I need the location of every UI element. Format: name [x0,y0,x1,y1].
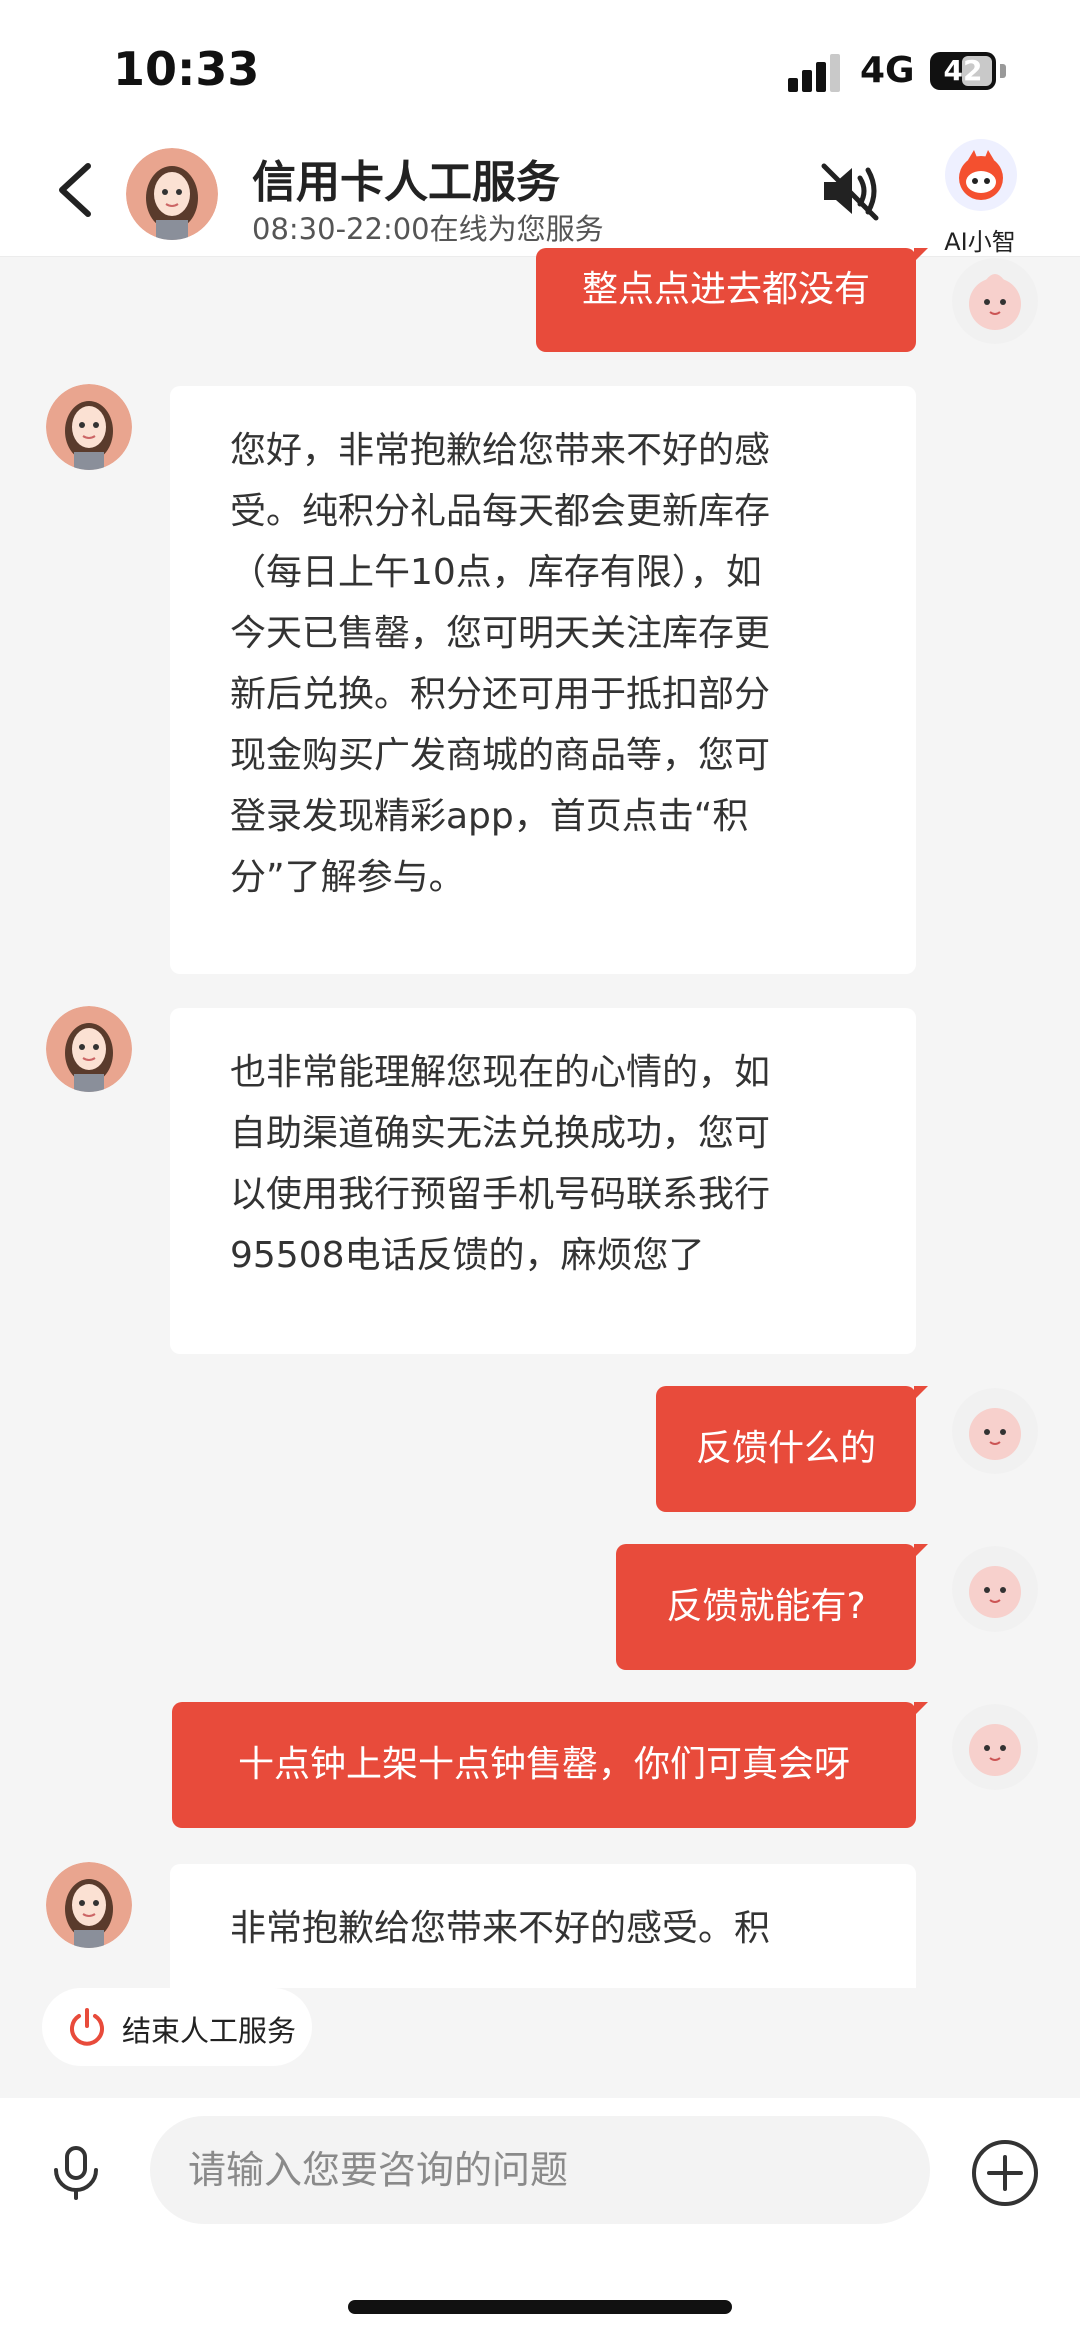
message-text: 反馈什么的 [695,1428,876,1469]
message-line: 分”了解参与。 [230,857,465,898]
message-line: 登录发现精彩app，首页点击“积 [230,796,749,837]
message-line: 自助渠道确实无法兑换成功，您可 [230,1113,771,1154]
ai-robot-icon [944,138,1018,216]
battery-icon: 42 [930,52,996,90]
end-service-button[interactable]: 结束人工服务 [42,1988,312,2066]
message-line: 今天已售罄，您可明天关注库存更 [230,613,771,654]
agent-avatar [46,384,132,470]
plus-circle-icon[interactable] [970,2138,1040,2208]
message-input[interactable] [150,2116,930,2224]
user-avatar [952,1546,1038,1632]
message-line: 受。纯积分礼品每天都会更新库存 [230,491,771,532]
user-message: 反馈什么的 [656,1386,928,1512]
power-icon [66,2006,108,2048]
agent-avatar[interactable] [126,148,218,240]
microphone-icon[interactable] [48,2142,104,2202]
message-line: （每日上午10点，库存有限），如 [230,552,762,593]
ai-assistant-button[interactable]: AI小智 [940,136,1020,256]
battery-cap [1000,64,1006,78]
message-line: 95508电话反馈的，麻烦您了 [230,1235,705,1276]
message-text: 整点点进去都没有 [581,269,870,310]
status-bar: 10:33 4G 42 [0,0,1080,130]
agent-message: 非常抱歉给您带来不好的感受。积 [170,1864,916,1988]
message-text: 十点钟上架十点钟售罄，你们可真会呀 [237,1744,850,1785]
service-hours: 08:30-22:00在线为您服务 [252,212,604,246]
status-time: 10:33 [113,42,260,96]
message-line: 非常抱歉给您带来不好的感受。积 [230,1908,771,1949]
end-service-label: 结束人工服务 [122,2014,297,2048]
back-arrow-icon[interactable] [52,160,102,220]
user-avatar [952,258,1038,344]
chat-header: 信用卡人工服务 08:30-22:00在线为您服务 AI小智 [0,130,1080,257]
user-message: 反馈就能有? [616,1544,928,1670]
message-text: 反馈就能有? [666,1586,866,1627]
user-avatar [952,1704,1038,1790]
agent-message: 您好，非常抱歉给您带来不好的感 受。纯积分礼品每天都会更新库存 （每日上午10点… [170,386,916,974]
battery-level: 42 [943,54,983,87]
message-line: 新后兑换。积分还可用于抵扣部分 [230,674,771,715]
network-type: 4G [860,50,915,91]
message-line: 您好，非常抱歉给您带来不好的感 [230,430,771,471]
message-line: 现金购买广发商城的商品等，您可 [230,735,771,776]
agent-message: 也非常能理解您现在的心情的，如 自助渠道确实无法兑换成功，您可 以使用我行预留手… [170,1008,916,1354]
signal-icon [788,52,844,92]
ai-assistant-label: AI小智 [944,228,1016,256]
message-line: 也非常能理解您现在的心情的，如 [230,1052,771,1093]
message-line: 以使用我行预留手机号码联系我行 [230,1174,771,1215]
home-indicator[interactable] [348,2300,732,2314]
speaker-mute-icon[interactable] [818,158,884,224]
user-message: 整点点进去都没有 [536,248,928,352]
page-title: 信用卡人工服务 [252,157,560,208]
user-message: 十点钟上架十点钟售罄，你们可真会呀 [172,1702,928,1828]
user-avatar [952,1388,1038,1474]
agent-avatar [46,1862,132,1948]
agent-avatar [46,1006,132,1092]
